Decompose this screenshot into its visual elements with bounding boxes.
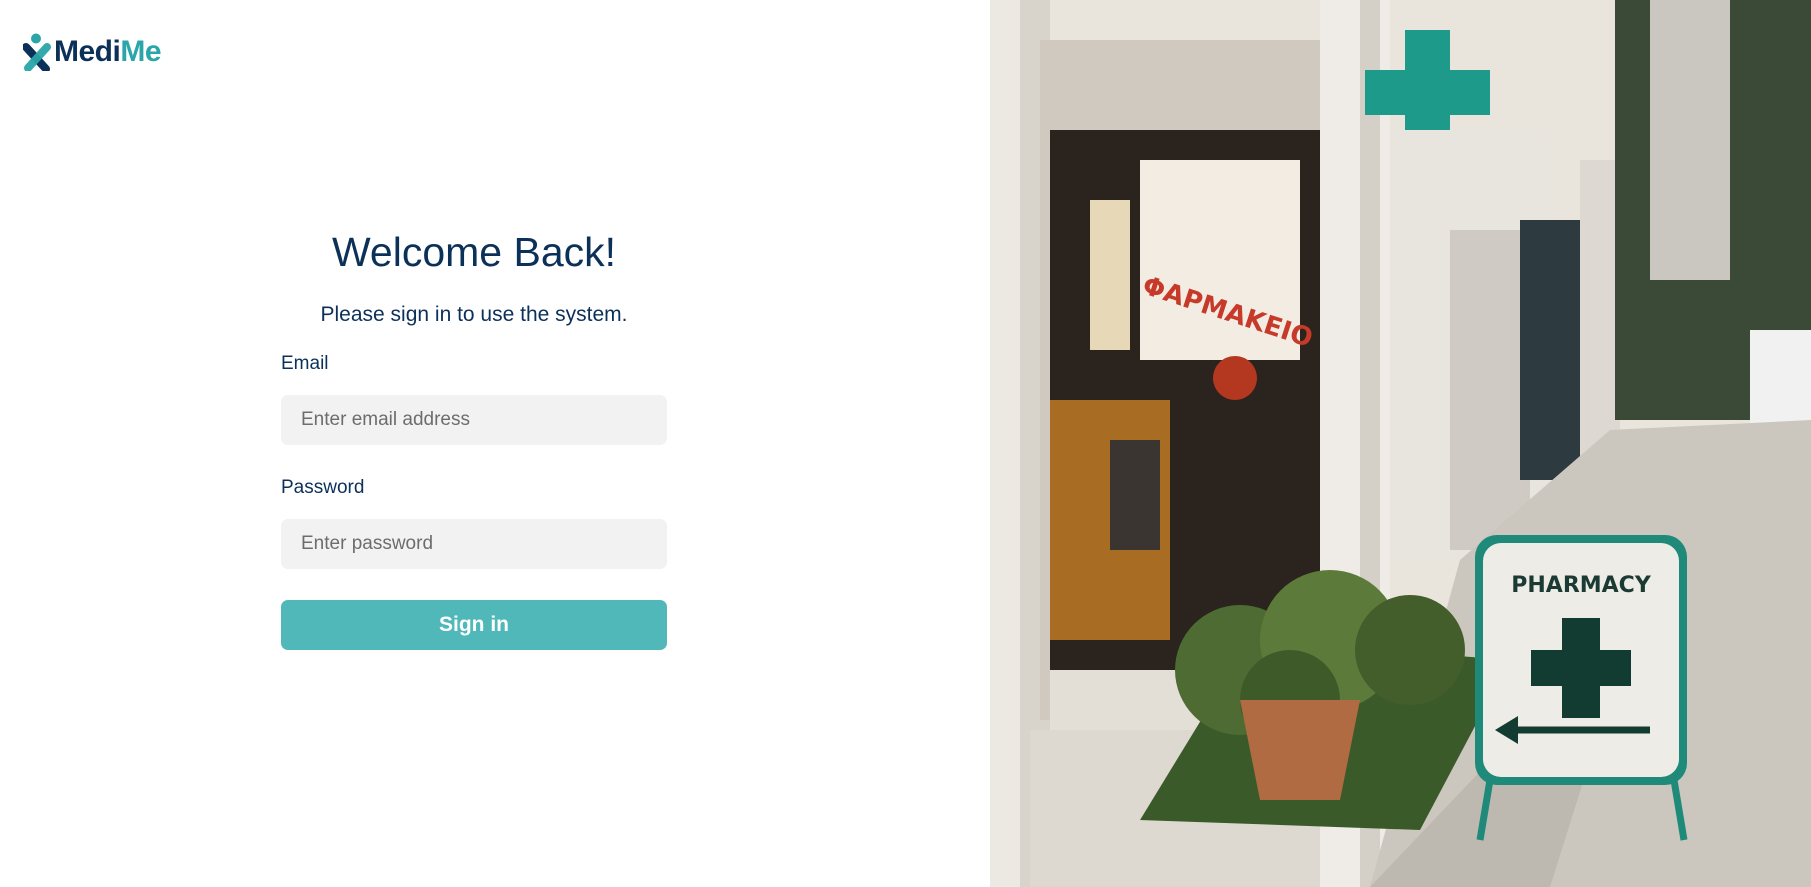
login-pane: MediMe Welcome Back! Please sign in to u… bbox=[0, 0, 990, 887]
page-title: Welcome Back! bbox=[331, 229, 617, 275]
brand-name-part1: Medi bbox=[54, 35, 121, 68]
brand-name-part2: Me bbox=[120, 35, 162, 68]
medime-logo[interactable]: MediMe bbox=[23, 33, 162, 71]
brand-name: MediMe bbox=[54, 35, 162, 68]
password-field[interactable] bbox=[281, 519, 667, 569]
login-form: Welcome Back! Please sign in to use the … bbox=[281, 224, 667, 650]
email-field[interactable] bbox=[281, 395, 667, 445]
pharmacy-storefront-photo: ΦΑΡΜΑΚΕΙΟ PHARMACY bbox=[990, 0, 1811, 887]
page-subtitle: Please sign in to use the system. bbox=[320, 303, 628, 326]
medime-logo-icon bbox=[23, 33, 51, 71]
sign-in-button[interactable]: Sign in bbox=[281, 600, 667, 650]
password-label: Password bbox=[281, 477, 365, 498]
email-label: Email bbox=[281, 353, 329, 374]
sign-lettering: PHARMACY bbox=[1511, 573, 1652, 598]
